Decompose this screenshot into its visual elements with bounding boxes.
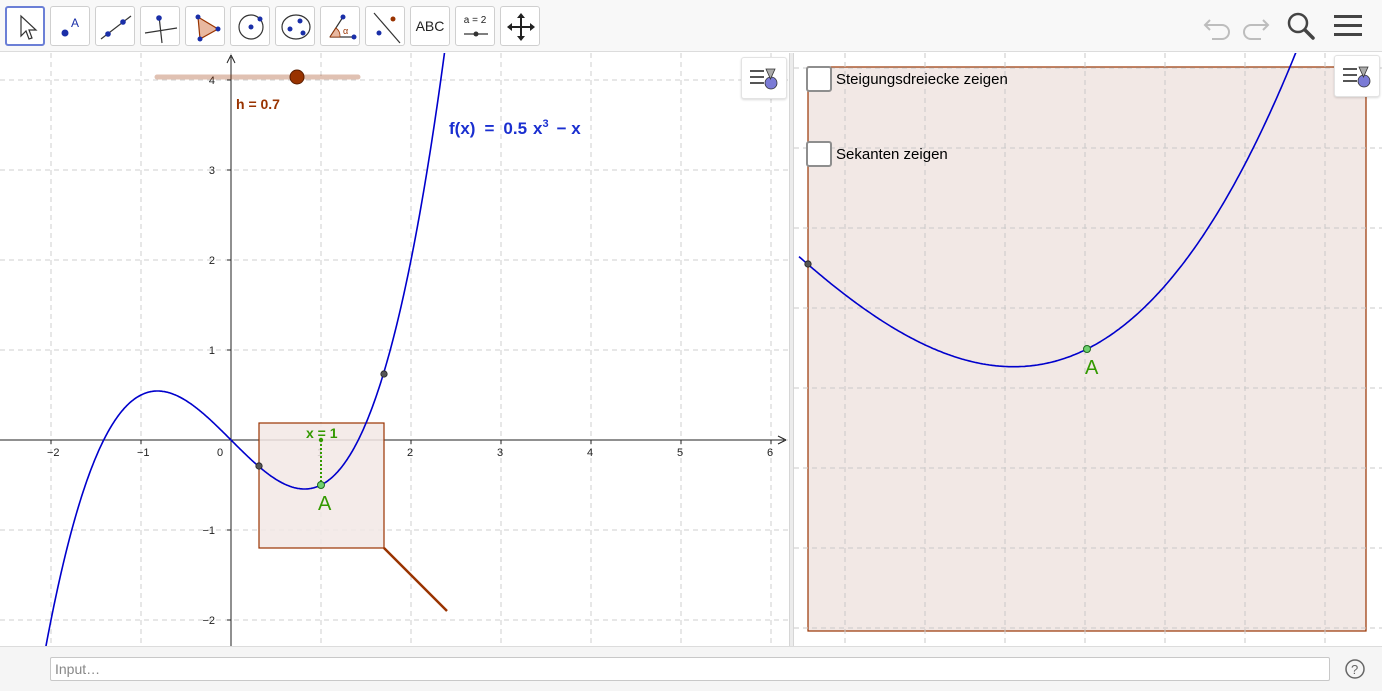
secant-point-right[interactable]	[380, 370, 388, 378]
algebra-input-field[interactable]	[50, 657, 1330, 681]
graphics-2-stylebar-button[interactable]	[1334, 55, 1380, 97]
x-tick-label: −2	[47, 447, 60, 459]
graphics-1-stylebar-button[interactable]	[741, 57, 787, 99]
search-button[interactable]	[1283, 8, 1319, 44]
point-icon: A	[61, 16, 79, 37]
function-label-coef: 0.5	[503, 119, 527, 138]
graphics-canvas-1[interactable]: −2−101234564321−1−2 A x = 1 h = 0.7 f(x)…	[0, 53, 789, 646]
y-tick-label: −2	[202, 615, 215, 627]
slope-triangles-checkbox-row[interactable]: Steigungsdreiecke zeigen	[806, 66, 1008, 92]
line-icon	[100, 15, 132, 40]
menu-icon	[1334, 15, 1362, 36]
search-icon	[1287, 12, 1315, 40]
polygon-icon	[195, 14, 221, 42]
secant-point-left[interactable]	[255, 462, 263, 470]
slope-triangles-checkbox[interactable]	[806, 66, 832, 92]
x-value-label: x = 1	[306, 425, 338, 441]
input-bar: ?	[0, 646, 1382, 691]
perpendicular-tool-button[interactable]	[140, 6, 180, 46]
x-tick-label: 3	[497, 447, 503, 459]
help-button[interactable]: ?	[1344, 658, 1366, 680]
stylebar-icon	[750, 68, 778, 90]
y-tick-label: 1	[209, 345, 215, 357]
circle-tool-button[interactable]	[230, 6, 270, 46]
cursor-icon	[20, 14, 38, 40]
move-tool-button[interactable]	[5, 6, 45, 46]
function-label-rest: − x	[557, 119, 582, 138]
graphics-view-2[interactable]: A Steigungsdreiecke zeigen Sekanten zeig…	[794, 53, 1382, 646]
x-tick-label: 5	[677, 447, 683, 459]
secants-checkbox[interactable]	[806, 141, 832, 167]
line-tool-button[interactable]	[95, 6, 135, 46]
undo-button[interactable]	[1200, 8, 1236, 44]
zoom-point-a[interactable]	[1083, 345, 1091, 353]
secants-checkbox-row[interactable]: Sekanten zeigen	[806, 141, 948, 167]
text-tool-button[interactable]: ABC	[410, 6, 450, 46]
y-tick-label: 3	[209, 165, 215, 177]
undo-icon	[1203, 19, 1230, 40]
y-tick-label: −1	[202, 525, 215, 537]
slope-triangles-label[interactable]: Steigungsdreiecke zeigen	[836, 71, 1008, 88]
perpendicular-line-icon	[144, 15, 178, 44]
help-icon: ?	[1345, 659, 1365, 679]
text-tool-label: ABC	[415, 18, 445, 34]
toolbar: A α ABC a = 2	[0, 0, 1382, 52]
zoom-connector-line	[383, 547, 448, 612]
x-tick-label: 2	[407, 447, 413, 459]
point-a-label: A	[318, 493, 332, 515]
function-label: f(x) = 0.5 x3− x	[449, 118, 581, 138]
function-label-exp: 3	[543, 118, 549, 130]
zoom-secant-point[interactable]	[804, 260, 812, 268]
function-label-eq: =	[484, 119, 494, 138]
reflect-tool-button[interactable]	[365, 6, 405, 46]
reflect-icon	[373, 12, 401, 44]
x-tick-label: 4	[587, 447, 593, 459]
ellipse-icon	[281, 14, 311, 40]
point-tool-label: A	[71, 16, 79, 30]
point-tool-button[interactable]: A	[50, 6, 90, 46]
move-view-tool-button[interactable]	[500, 6, 540, 46]
redo-button[interactable]	[1237, 8, 1273, 44]
zoom-point-a-label: A	[1085, 357, 1099, 379]
stylebar-icon-2	[1343, 66, 1371, 88]
circle-icon	[238, 14, 264, 40]
tick-labels: −2−101234564321−1−2	[47, 75, 773, 627]
angle-tool-label: α	[343, 26, 348, 36]
main-menu-button[interactable]	[1330, 8, 1366, 44]
graphics-view-1[interactable]: −2−101234564321−1−2 A x = 1 h = 0.7 f(x)…	[0, 53, 789, 646]
move-arrows-icon	[507, 13, 535, 41]
angle-icon: α	[329, 14, 357, 40]
svg-text:?: ?	[1351, 662, 1358, 677]
x-tick-label: 6	[767, 447, 773, 459]
redo-icon	[1243, 19, 1270, 40]
secants-label[interactable]: Sekanten zeigen	[836, 146, 948, 163]
slider-tool-button[interactable]: a = 2	[455, 6, 495, 46]
polygon-tool-button[interactable]	[185, 6, 225, 46]
x-tick-label: 0	[217, 447, 223, 459]
angle-tool-button[interactable]: α	[320, 6, 360, 46]
function-label-name: f(x)	[449, 119, 475, 138]
geogebra-app: A α ABC a = 2 −2 −1 0 2 3 4 5 6 4 3 2 1 …	[0, 0, 1382, 691]
slider-handle[interactable]	[289, 69, 305, 85]
ellipse-tool-button[interactable]	[275, 6, 315, 46]
slider-icon	[464, 31, 488, 37]
point-a[interactable]	[317, 481, 325, 489]
x-tick-label: −1	[137, 447, 150, 459]
slider-label: h = 0.7	[236, 96, 280, 112]
y-tick-label: 2	[209, 255, 215, 267]
